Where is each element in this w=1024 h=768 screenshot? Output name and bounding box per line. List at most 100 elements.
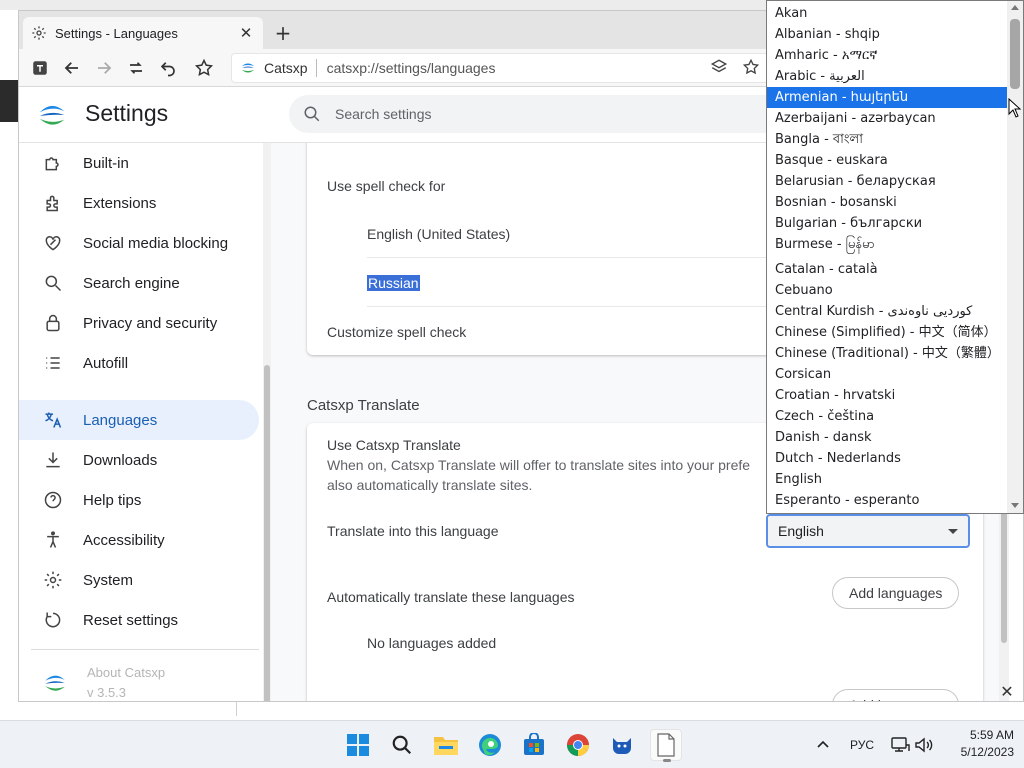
new-tab-button[interactable]: + [271,21,295,45]
about-catsxp-link[interactable]: About Catsxp v 3.5.3 [43,663,165,701]
notepad-button[interactable] [650,729,682,762]
dropdown-option[interactable]: Bosnian - bosanski [767,192,1007,213]
search-input[interactable] [335,106,735,122]
page-title: Settings [85,100,169,126]
add-languages-button[interactable]: Add languages [832,577,960,609]
back-icon[interactable] [59,55,85,81]
download-icon [43,450,63,470]
forward-icon[interactable] [91,55,117,81]
dropdown-option[interactable]: Danish - dansk [767,427,1007,448]
dropdown-option[interactable]: Armenian - հայերեն [767,87,1007,108]
chrome-button[interactable] [562,729,594,761]
dropdown-options: Akan Albanian - shqip Amharic - አማርኛ Arabic… [767,3,1007,511]
sidebar-item-label: Search engine [83,274,180,292]
save-page-icon[interactable] [27,55,53,81]
dropdown-option[interactable]: Arabic - العربية [767,66,1007,87]
dropdown-option[interactable]: Chinese (Simplified) - 中文（简体） [767,322,1007,343]
close-tab-icon[interactable]: ✕ [237,24,255,42]
dropdown-scroll-thumb[interactable] [1010,19,1020,89]
sidebar-item-help-tips[interactable]: Help tips [19,480,259,520]
sidebar-item-accessibility[interactable]: Accessibility [19,520,259,560]
sidebar-item-label: Privacy and security [83,314,218,332]
dropdown-scrollbar[interactable] [1007,1,1023,513]
dropdown-option[interactable]: English [767,469,1007,490]
dropdown-option[interactable]: Chinese (Traditional) - 中文（繁體） [767,343,1007,364]
dropdown-option[interactable]: Bulgarian - български [767,213,1007,234]
scroll-down-arrow-icon[interactable] [1011,503,1019,508]
dropdown-option[interactable]: Akan [767,3,1007,24]
bookmark-star-icon[interactable] [742,58,760,79]
sidebar-item-search-engine[interactable]: Search engine [19,263,259,303]
use-translate-label: Use Catsxp Translate [327,437,461,453]
reload-icon[interactable] [123,55,149,81]
sidebar-item-downloads[interactable]: Downloads [19,440,259,480]
sidebar-item-built-in[interactable]: Built-in [19,143,259,183]
spell-language-russian[interactable]: Russian [367,275,420,291]
sidebar-item-privacy-and-security[interactable]: Privacy and security [19,303,259,343]
catsxp-logo [39,105,65,125]
search-icon [43,273,63,293]
language-dropdown-list[interactable]: Akan Albanian - shqip Amharic - አማርኛ Arabic… [766,0,1024,514]
network-icon[interactable] [890,721,910,768]
dropdown-option[interactable]: Cebuano [767,280,1007,301]
start-button[interactable] [342,729,374,761]
dropdown-option[interactable]: Amharic - አማርኛ [767,45,1007,66]
store-button[interactable] [518,729,550,761]
tab-settings-languages[interactable]: Settings - Languages ✕ [23,17,263,49]
dropdown-option[interactable]: Belarusian - беларуская [767,171,1007,192]
sidebar-item-social-media-blocking[interactable]: Social media blocking [19,223,259,263]
sidebar-scrollbar[interactable] [263,143,271,701]
search-settings-box[interactable] [289,95,789,133]
translate-icon [43,410,63,430]
sidebar-item-extensions[interactable]: Extensions [19,183,259,223]
dropdown-option[interactable]: Dutch - Nederlands [767,448,1007,469]
star-icon[interactable] [191,55,217,81]
undo-icon[interactable] [155,55,181,81]
active-app-indicator [663,759,671,762]
sidebar-scroll-thumb[interactable] [264,365,270,701]
layers-icon[interactable] [710,58,728,79]
settings-sidebar: Built-in Extensions Social media blockin… [19,143,263,701]
taskbar-search-button[interactable] [386,729,418,761]
dropdown-option[interactable]: Azerbaijani - azərbaycan [767,108,1007,129]
scroll-up-arrow-icon[interactable] [1011,5,1019,10]
catsxp-icon [613,738,631,754]
dropdown-option[interactable]: Czech - čeština [767,406,1007,427]
sidebar-item-languages[interactable]: Languages [19,400,259,440]
taskbar-clock[interactable]: 5:59 AM 5/12/2023 [944,727,1014,761]
show-hidden-icons-button[interactable] [816,721,830,768]
sidebar-item-autofill[interactable]: Autofill [19,343,259,383]
add-languages-button-2[interactable]: Add languages [832,689,960,701]
sidebar-item-reset-settings[interactable]: Reset settings [19,600,259,640]
input-language-indicator[interactable]: РУС [850,721,874,768]
dropdown-option[interactable]: Esperanto - esperanto [767,490,1007,511]
accessibility-icon [43,530,63,550]
puzzle-icon [43,153,63,173]
chevron-up-icon [817,740,829,748]
edge-button[interactable] [474,729,506,761]
spell-language-english[interactable]: English (United States) [367,226,510,242]
customize-spell-check-link[interactable]: Customize spell check [327,324,466,340]
file-explorer-button[interactable] [430,729,462,761]
dropdown-option[interactable]: Bangla - বাংলা [767,129,1007,150]
sidebar-item-label: Help tips [83,491,142,509]
dropdown-option[interactable]: Catalan - català [767,259,1007,280]
dropdown-option[interactable]: Central Kurdish - کوردیی ناوەندی [767,301,1007,322]
address-bar[interactable]: Catsxp catsxp://settings/languages [231,53,771,83]
site-name: Catsxp [264,60,308,76]
dropdown-option[interactable]: Croatian - hrvatski [767,385,1007,406]
sidebar-item-system[interactable]: System [19,560,259,600]
dropdown-option[interactable]: Albanian - shqip [767,24,1007,45]
dropdown-option[interactable]: Basque - euskara [767,150,1007,171]
catsxp-taskbar-button[interactable] [606,729,638,761]
dropdown-option[interactable]: Corsican [767,364,1007,385]
clock-date: 5/12/2023 [960,745,1014,759]
translate-language-select[interactable]: English [766,514,970,548]
start-icon [347,734,369,756]
sidebar-item-label: Autofill [83,354,129,372]
dropdown-option[interactable]: Burmese - မြန်မာ [767,234,1007,255]
spell-check-for-label: Use spell check for [327,178,446,194]
close-icon[interactable]: ✕ [998,682,1016,701]
volume-icon[interactable] [914,721,934,768]
site-identity[interactable]: Catsxp [232,54,316,82]
